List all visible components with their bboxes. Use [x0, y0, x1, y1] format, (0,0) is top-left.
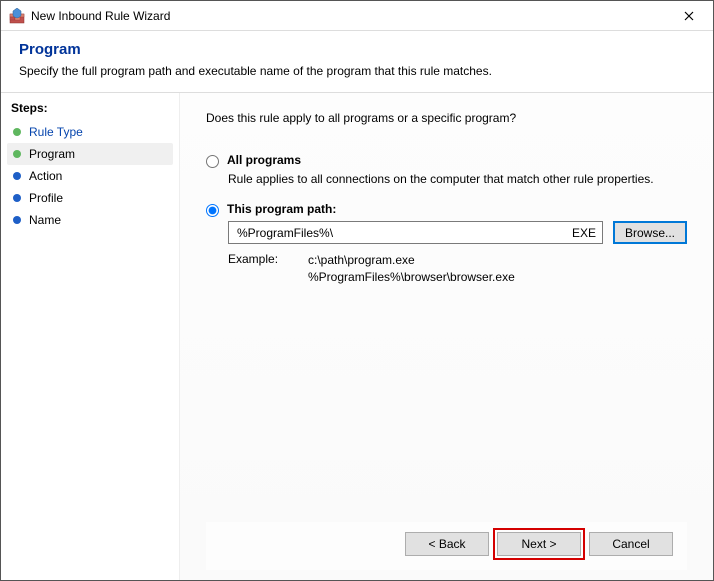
example-row: Example: c:\path\program.exe %ProgramFil… — [228, 252, 687, 286]
close-button[interactable] — [667, 2, 711, 30]
titlebar: New Inbound Rule Wizard — [1, 1, 713, 31]
wizard-body: Steps: Rule Type Program Action Profile … — [1, 93, 713, 580]
firewall-icon — [9, 8, 25, 24]
bullet-icon — [13, 216, 21, 224]
step-name[interactable]: Name — [7, 209, 173, 231]
steps-heading: Steps: — [7, 101, 173, 115]
radio-all-programs[interactable] — [206, 155, 219, 168]
step-action[interactable]: Action — [7, 165, 173, 187]
bullet-icon — [13, 194, 21, 202]
content-pane: Does this rule apply to all programs or … — [179, 93, 713, 580]
bullet-icon — [13, 172, 21, 180]
step-label: Rule Type — [29, 125, 83, 139]
cancel-button[interactable]: Cancel — [589, 532, 673, 556]
page-subtitle: Specify the full program path and execut… — [19, 64, 695, 78]
program-path-input[interactable] — [235, 225, 564, 241]
footer-buttons: < Back Next > Cancel — [206, 522, 687, 570]
bullet-icon — [13, 128, 21, 136]
program-path-row: EXE Browse... — [228, 221, 687, 244]
step-label: Name — [29, 213, 61, 227]
bullet-icon — [13, 150, 21, 158]
question-text: Does this rule apply to all programs or … — [206, 111, 687, 125]
step-label: Action — [29, 169, 62, 183]
back-button[interactable]: < Back — [405, 532, 489, 556]
steps-sidebar: Steps: Rule Type Program Action Profile … — [1, 93, 179, 580]
page-title: Program — [19, 41, 695, 58]
option-program-path[interactable]: This program path: — [206, 202, 687, 217]
option-path-label: This program path: — [227, 202, 336, 216]
option-all-programs[interactable]: All programs — [206, 153, 687, 168]
example-label: Example: — [228, 252, 308, 286]
wizard-header: Program Specify the full program path an… — [1, 31, 713, 93]
path-input-wrap: EXE — [228, 221, 603, 244]
step-label: Profile — [29, 191, 63, 205]
step-program[interactable]: Program — [7, 143, 173, 165]
option-all-label: All programs — [227, 153, 301, 167]
browse-button[interactable]: Browse... — [613, 221, 687, 244]
wizard-window: New Inbound Rule Wizard Program Specify … — [0, 0, 714, 581]
path-extension: EXE — [564, 226, 596, 240]
option-all-desc: Rule applies to all connections on the c… — [228, 172, 687, 186]
radio-program-path[interactable] — [206, 204, 219, 217]
next-button[interactable]: Next > — [497, 532, 581, 556]
step-rule-type[interactable]: Rule Type — [7, 121, 173, 143]
example-paths: c:\path\program.exe %ProgramFiles%\brows… — [308, 252, 515, 286]
step-label: Program — [29, 147, 75, 161]
window-title: New Inbound Rule Wizard — [31, 9, 667, 23]
step-profile[interactable]: Profile — [7, 187, 173, 209]
